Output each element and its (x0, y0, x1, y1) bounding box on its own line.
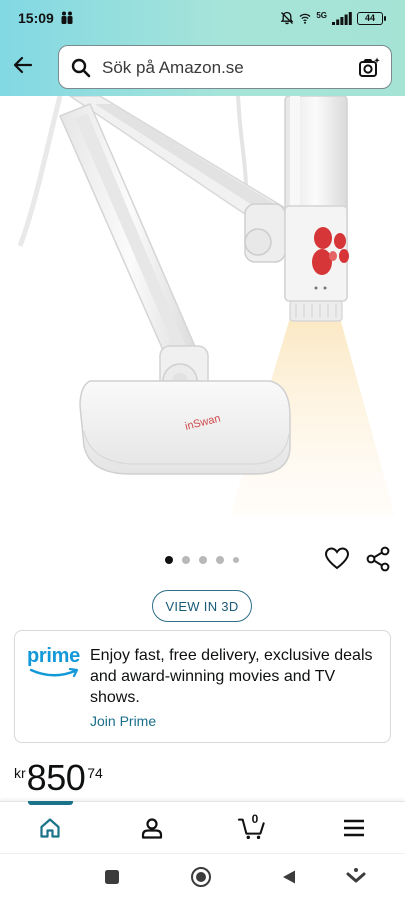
camera-search-icon[interactable] (357, 56, 381, 80)
network-label: 5G (316, 11, 327, 20)
battery-icon: 44 (357, 11, 386, 25)
wifi-icon (299, 13, 311, 24)
price-currency: kr (14, 765, 26, 781)
menu-icon (344, 819, 364, 837)
square-icon (105, 870, 119, 884)
bottom-navigation: 0 (0, 801, 405, 853)
notification-icon (61, 11, 73, 24)
carousel-dot[interactable] (199, 556, 207, 564)
desk-lamp-image: inSwan (17, 96, 395, 516)
home-icon (40, 818, 60, 838)
chevron-down-icon (346, 868, 366, 883)
product-price: kr 850 74 (14, 758, 103, 798)
status-time: 15:09 (18, 10, 54, 26)
price-whole: 850 (26, 757, 86, 798)
recent-apps-button[interactable] (101, 866, 123, 888)
cart-count: 0 (251, 812, 259, 826)
product-image[interactable]: inSwan (0, 96, 405, 520)
app-header: 15:09 5G 44 Sök på Amazon.se (0, 0, 405, 96)
triangle-back-icon (283, 870, 295, 884)
search-placeholder: Sök på Amazon.se (102, 58, 244, 77)
view-in-3d-button[interactable]: VIEW IN 3D (152, 590, 252, 622)
circle-icon (191, 867, 211, 887)
status-icons: 5G 44 (280, 10, 386, 26)
join-prime-link[interactable]: Join Prime (90, 713, 156, 729)
nav-cart-button[interactable]: 0 (238, 812, 266, 842)
prime-logo: prime (27, 645, 83, 681)
carousel-dot[interactable] (182, 556, 190, 564)
search-icon (71, 58, 91, 78)
price-fraction: 74 (87, 765, 103, 781)
prime-logo-text: prime (27, 645, 80, 667)
nav-menu-button[interactable] (340, 814, 368, 842)
share-icon[interactable] (365, 546, 391, 572)
assistant-button[interactable] (345, 866, 367, 888)
wishlist-heart-icon[interactable] (324, 546, 350, 572)
nav-account-button[interactable] (138, 814, 166, 842)
bell-off-icon (281, 11, 294, 25)
prime-smile-icon (29, 668, 79, 678)
arrow-left-icon (13, 56, 33, 74)
home-system-button[interactable] (190, 866, 212, 888)
prime-description: Enjoy fast, free delivery, exclusive dea… (90, 647, 373, 706)
carousel-dot[interactable] (233, 557, 239, 563)
nav-home-button[interactable] (36, 814, 64, 842)
status-bar: 15:09 5G 44 (0, 0, 405, 38)
search-input[interactable]: Sök på Amazon.se (58, 45, 392, 89)
back-button[interactable] (8, 50, 38, 80)
carousel-dot[interactable] (216, 556, 224, 564)
carousel-dots[interactable] (165, 556, 239, 564)
active-tab-indicator (28, 801, 73, 805)
prime-promo-card[interactable]: prime Enjoy fast, free delivery, exclusi… (14, 630, 391, 743)
account-icon (141, 818, 163, 839)
carousel-dot[interactable] (165, 556, 173, 564)
system-navigation-bar (0, 853, 405, 900)
back-system-button[interactable] (278, 866, 300, 888)
signal-icon (332, 11, 352, 25)
